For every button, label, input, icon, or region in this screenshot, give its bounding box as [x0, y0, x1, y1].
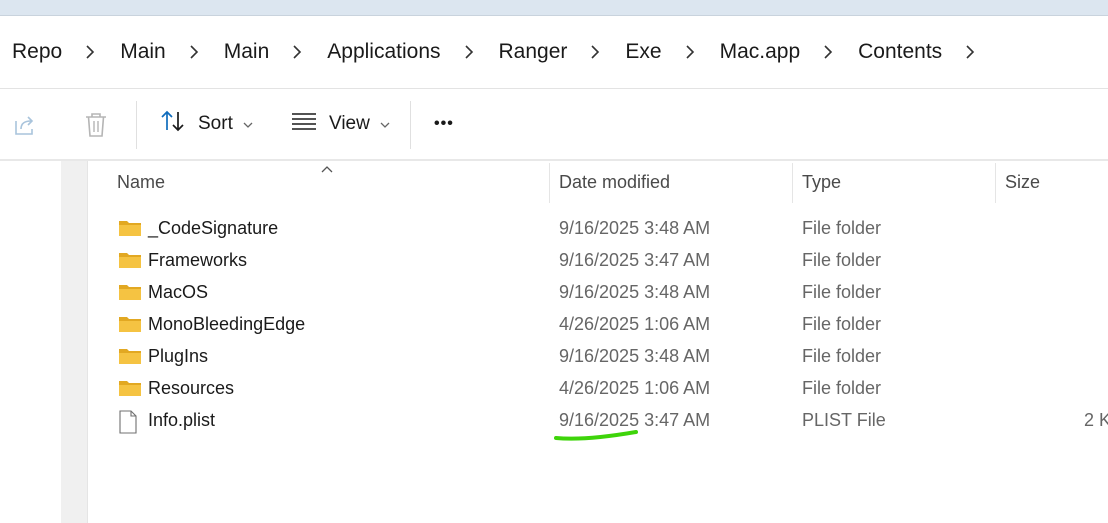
breadcrumb-item-mac-app[interactable]: Mac.app [720, 40, 801, 64]
folder-icon [118, 282, 142, 307]
folder-icon [118, 346, 142, 371]
breadcrumb-item-contents[interactable]: Contents [858, 40, 942, 64]
delete-icon[interactable] [84, 111, 108, 144]
view-button[interactable]: View [291, 106, 390, 142]
column-header-name[interactable]: Name [117, 161, 165, 203]
column-header-type[interactable]: Type [802, 161, 841, 203]
chevron-down-icon [243, 113, 253, 135]
folder-icon [118, 218, 142, 243]
table-row[interactable]: MacOS 9/16/2025 3:48 AM File folder [100, 277, 1108, 309]
column-header-size[interactable]: Size [1005, 161, 1040, 203]
table-row[interactable]: Resources 4/26/2025 1:06 AM File folder [100, 373, 1108, 405]
file-list-pane: Name Date modified Type Size _CodeSignat… [0, 161, 1108, 523]
sort-ascending-indicator-icon [320, 161, 334, 179]
file-icon [118, 410, 138, 439]
folder-icon [118, 378, 142, 403]
date-modified: 4/26/2025 1:06 AM [559, 378, 711, 398]
title-bar [0, 0, 1108, 16]
date-modified: 4/26/2025 1:06 AM [559, 314, 711, 334]
file-name: MonoBleedingEdge [148, 314, 306, 334]
toolbar-divider [410, 101, 411, 149]
file-type: File folder [802, 218, 882, 238]
file-type: PLIST File [802, 410, 886, 430]
command-bar: Sort View ••• [0, 89, 1108, 161]
chevron-right-icon[interactable] [567, 41, 625, 63]
file-name: Frameworks [148, 250, 248, 270]
column-divider[interactable] [792, 163, 793, 203]
file-type: File folder [802, 378, 882, 398]
folder-icon [118, 314, 142, 339]
date-modified: 9/16/2025 3:47 AM [559, 250, 711, 270]
chevron-down-icon [380, 113, 390, 135]
share-icon[interactable] [12, 112, 38, 143]
column-divider[interactable] [995, 163, 996, 203]
file-type: File folder [802, 346, 882, 366]
column-divider[interactable] [549, 163, 550, 203]
sort-icon [160, 109, 186, 139]
chevron-right-icon[interactable] [166, 41, 224, 63]
file-type: File folder [802, 314, 882, 334]
navigation-pane[interactable] [61, 161, 88, 523]
breadcrumb-item-applications[interactable]: Applications [327, 40, 440, 64]
file-name: PlugIns [148, 346, 209, 366]
breadcrumb-item-ranger[interactable]: Ranger [499, 40, 568, 64]
view-icon [291, 111, 317, 137]
table-row[interactable]: MonoBleedingEdge 4/26/2025 1:06 AM File fo… [100, 309, 1108, 341]
breadcrumb-item-exe[interactable]: Exe [625, 40, 661, 64]
chevron-right-icon[interactable] [62, 41, 120, 63]
more-options-button[interactable]: ••• [434, 106, 454, 142]
chevron-right-icon[interactable] [942, 41, 1000, 63]
breadcrumb-item-repo[interactable]: Repo [0, 40, 62, 64]
chevron-right-icon[interactable] [441, 41, 499, 63]
file-name: _CodeSignature [148, 218, 279, 238]
breadcrumb-item-main-2[interactable]: Main [224, 40, 270, 64]
date-modified: 9/16/2025 3:48 AM [559, 346, 711, 366]
table-row[interactable]: Frameworks 9/16/2025 3:47 AM File folder [100, 245, 1108, 277]
table-row[interactable]: PlugIns 9/16/2025 3:48 AM File folder [100, 341, 1108, 373]
more-icon: ••• [434, 115, 454, 132]
chevron-right-icon[interactable] [800, 41, 858, 63]
file-type: File folder [802, 250, 882, 270]
breadcrumb: Repo Main Main Applications Ranger Exe M… [0, 16, 1108, 89]
column-header-date-modified[interactable]: Date modified [559, 161, 670, 203]
view-label: View [329, 113, 370, 134]
folder-icon [118, 250, 142, 275]
file-name: Info.plist [148, 410, 216, 430]
sort-button[interactable]: Sort [160, 106, 253, 142]
toolbar-divider [136, 101, 137, 149]
highlight-underline-annotation [554, 430, 638, 441]
chevron-right-icon[interactable] [662, 41, 720, 63]
sort-label: Sort [198, 113, 233, 134]
breadcrumb-item-main[interactable]: Main [120, 40, 166, 64]
table-row[interactable]: _CodeSignature 9/16/2025 3:48 AM File fold… [100, 213, 1108, 245]
file-size: 2 K [1084, 410, 1108, 430]
date-modified: 9/16/2025 3:48 AM [559, 218, 711, 238]
file-type: File folder [802, 282, 882, 302]
date-modified: 9/16/2025 3:48 AM [559, 282, 711, 302]
chevron-right-icon[interactable] [269, 41, 327, 63]
file-name: MacOS [148, 282, 209, 302]
file-name: Resources [148, 378, 235, 398]
